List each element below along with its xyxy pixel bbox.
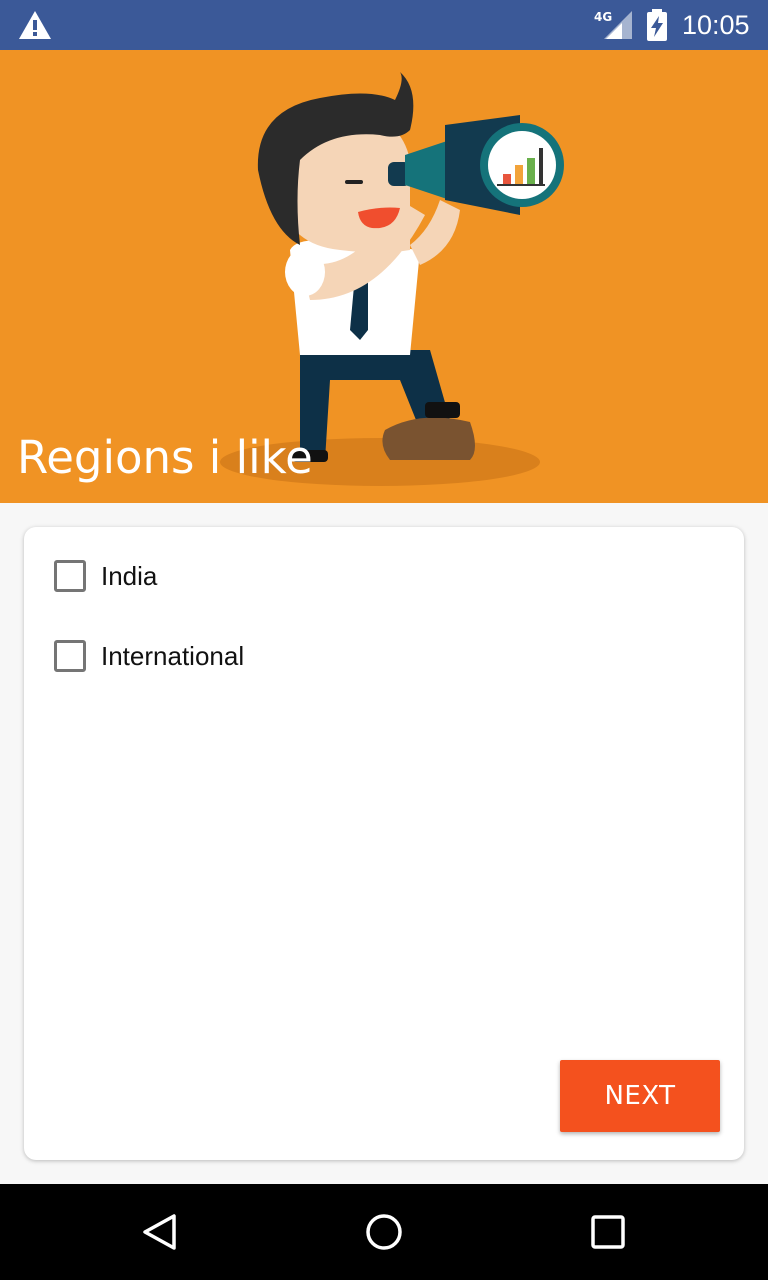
hero-banner: Regions i like: [0, 50, 768, 503]
navigation-bar: [0, 1184, 768, 1280]
option-india[interactable]: India: [54, 556, 157, 596]
back-icon[interactable]: [140, 1212, 180, 1252]
warning-icon: [19, 11, 51, 39]
battery-charging-icon: [647, 9, 667, 41]
home-icon[interactable]: [364, 1212, 404, 1252]
next-button[interactable]: NEXT: [560, 1060, 720, 1132]
page-title: Regions i like: [17, 431, 313, 484]
status-time: 10:05: [682, 10, 750, 40]
regions-card: India International NEXT: [24, 527, 744, 1160]
network-type: 4G: [594, 10, 612, 24]
option-international[interactable]: International: [54, 636, 244, 676]
recents-icon[interactable]: [588, 1212, 628, 1252]
international-checkbox[interactable]: [54, 640, 86, 672]
status-bar: 4G 10:05: [0, 0, 768, 50]
option-label: International: [101, 640, 245, 671]
india-checkbox[interactable]: [54, 560, 86, 592]
signal-icon: 4G: [594, 10, 632, 39]
option-label: India: [101, 560, 158, 591]
